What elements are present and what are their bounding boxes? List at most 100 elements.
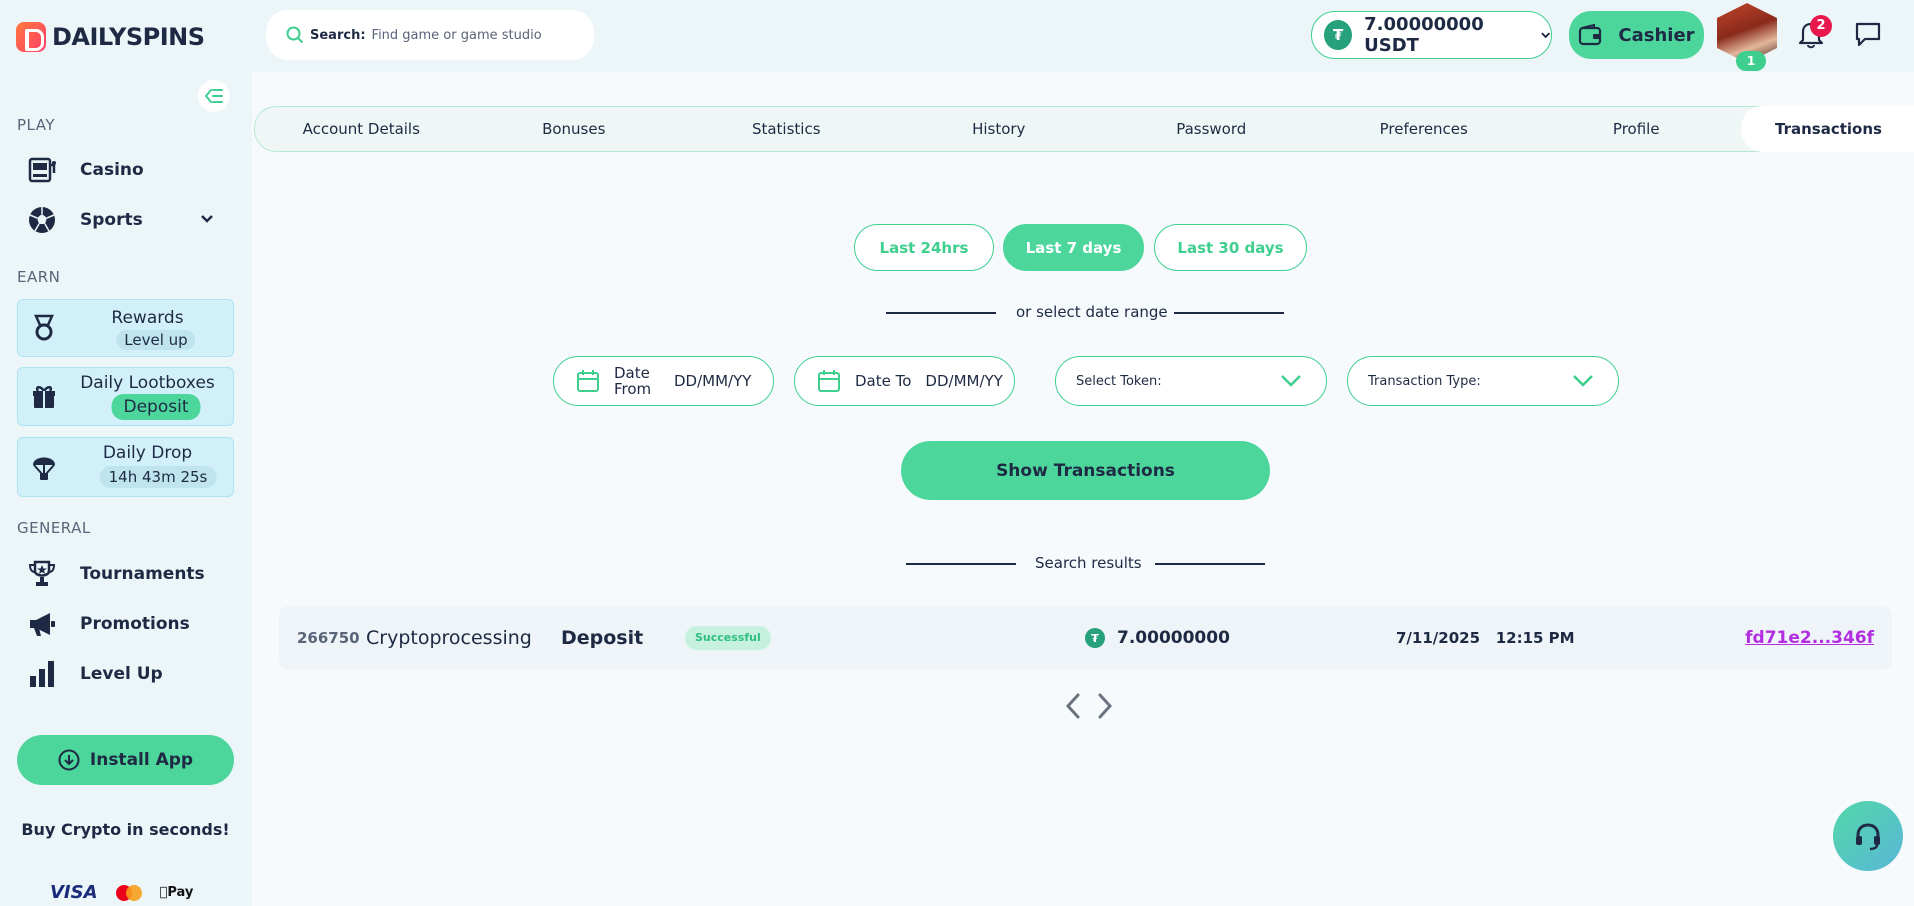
sidebar-item-label: Sports [80,210,143,230]
sidebar-item-label: Tournaments [80,564,205,584]
chevron-down-icon [1540,32,1550,39]
date-to-label: Date To [855,372,912,390]
date-to-field[interactable]: Date To DD/MM/YY [794,356,1015,406]
parachute-icon [30,453,58,481]
transaction-hash-link[interactable]: fd71e2...346f [1745,628,1874,648]
deposit-pill[interactable]: Deposit [111,394,201,420]
chevron-left-icon [1065,693,1080,719]
transaction-type-label: Transaction Type: [1368,373,1481,389]
period-last-7-days-button[interactable]: Last 7 days [1003,224,1144,271]
period-last-30-days-button[interactable]: Last 30 days [1154,224,1307,271]
account-tabs: Account Details Bonuses Statistics Histo… [254,105,1914,152]
notification-count-badge: 2 [1810,15,1832,37]
avatar[interactable]: 1 [1717,3,1777,71]
previous-page-button[interactable] [1058,690,1088,722]
balance-amount: 7.00000000 USDT [1364,14,1484,56]
sidebar-item-sports[interactable]: Sports [26,204,143,236]
mastercard-logo [115,884,142,901]
transaction-amount: ₮ 7.00000000 [1085,628,1230,648]
cashier-label: Cashier [1618,24,1695,46]
sidebar-item-casino[interactable]: Casino [26,154,144,186]
earn-card-label: Daily Drop [102,443,193,463]
transaction-row: 266750 Cryptoprocessing Deposit Successf… [279,606,1892,670]
support-chat-button[interactable] [1833,801,1903,871]
date-from-field[interactable]: Date From DD/MM/YY [553,356,774,406]
period-last-24hrs-button[interactable]: Last 24hrs [854,224,994,271]
search-input[interactable]: Search: Find game or game studio [266,10,594,60]
apple-pay-label: Pay [159,885,193,900]
tab-history[interactable]: History [893,120,1106,138]
tab-profile[interactable]: Profile [1530,120,1743,138]
chat-button[interactable] [1851,16,1885,52]
sidebar-item-label: Casino [80,160,144,180]
gift-icon [30,383,58,411]
divider-line [1174,312,1284,314]
logo[interactable]: DAILYSPINS [16,22,205,52]
tab-transactions[interactable]: Transactions [1741,105,1914,152]
headset-icon [1856,823,1880,851]
calendar-icon [577,370,599,392]
chevron-down-icon[interactable] [200,212,214,228]
calendar-icon [818,370,840,392]
transaction-date: 7/11/2025 [1396,629,1481,647]
search-icon [286,26,304,44]
chat-icon [1855,22,1881,47]
brand-name: DAILYSPINS [52,23,205,51]
visa-logo: VISA [50,882,98,903]
slot-machine-icon [26,154,58,186]
chevron-down-icon [1281,375,1301,387]
tab-bonuses[interactable]: Bonuses [468,120,681,138]
earn-card-rewards[interactable]: Rewards Level up [17,299,234,357]
show-transactions-button[interactable]: Show Transactions [901,441,1270,500]
earn-card-daily-lootboxes[interactable]: Daily Lootboxes Deposit [17,367,234,426]
chevron-right-icon [1098,693,1113,719]
level-up-pill: Level up [116,330,196,350]
token-select[interactable]: Select Token: [1055,356,1327,406]
chevron-down-icon [1573,375,1593,387]
divider-line [886,312,996,314]
apple-pay-logo: Pay [160,885,194,900]
transaction-type: Deposit [561,627,644,649]
next-page-button[interactable] [1090,690,1120,722]
tab-preferences[interactable]: Preferences [1318,120,1531,138]
transaction-amount-value: 7.00000000 [1117,628,1230,648]
collapse-sidebar-button[interactable] [198,80,230,112]
balance-selector[interactable]: ₮ 7.00000000 USDT [1311,11,1552,59]
earn-card-label: Daily Lootboxes [80,373,215,393]
date-from-label: Date From [614,364,652,398]
megaphone-icon [26,608,58,640]
transaction-time: 12:15 PM [1495,629,1575,647]
date-range-divider-label: or select date range [1016,303,1168,321]
tab-account-details[interactable]: Account Details [255,120,468,138]
tab-password[interactable]: Password [1105,120,1318,138]
token-select-label: Select Token: [1076,373,1162,389]
soccer-ball-icon [26,204,58,236]
sidebar-item-label: Level Up [80,664,163,684]
divider-line [1155,563,1265,565]
sidebar-item-level-up[interactable]: Level Up [26,658,163,690]
buy-crypto-text: Buy Crypto in seconds! [21,820,230,839]
date-to-placeholder: DD/MM/YY [925,372,1003,390]
medal-icon [30,314,58,342]
transaction-id: 266750 [297,629,360,647]
wallet-icon [1579,24,1602,46]
install-app-button[interactable]: Install App [17,735,234,785]
usdt-icon: ₮ [1085,628,1105,648]
pagination [1058,690,1120,722]
earn-card-label: Rewards [111,308,184,328]
sidebar-item-promotions[interactable]: Promotions [26,608,190,640]
payment-logos: VISA Pay [50,882,193,903]
sidebar-item-label: Promotions [80,614,190,634]
tab-statistics[interactable]: Statistics [680,120,893,138]
install-app-label: Install App [89,750,194,770]
search-results-label: Search results [1035,554,1142,572]
cashier-button[interactable]: Cashier [1569,11,1704,59]
transaction-datetime: 7/11/2025 12:15 PM [1396,629,1575,647]
countdown-pill: 14h 43m 25s [99,466,217,488]
transaction-type-select[interactable]: Transaction Type: [1347,356,1619,406]
divider-line [906,563,1016,565]
earn-card-daily-drop[interactable]: Daily Drop 14h 43m 25s [17,437,234,497]
avatar-level-badge: 1 [1736,51,1766,71]
sidebar-item-tournaments[interactable]: Tournaments [26,558,205,590]
transaction-provider: Cryptoprocessing [366,627,532,649]
